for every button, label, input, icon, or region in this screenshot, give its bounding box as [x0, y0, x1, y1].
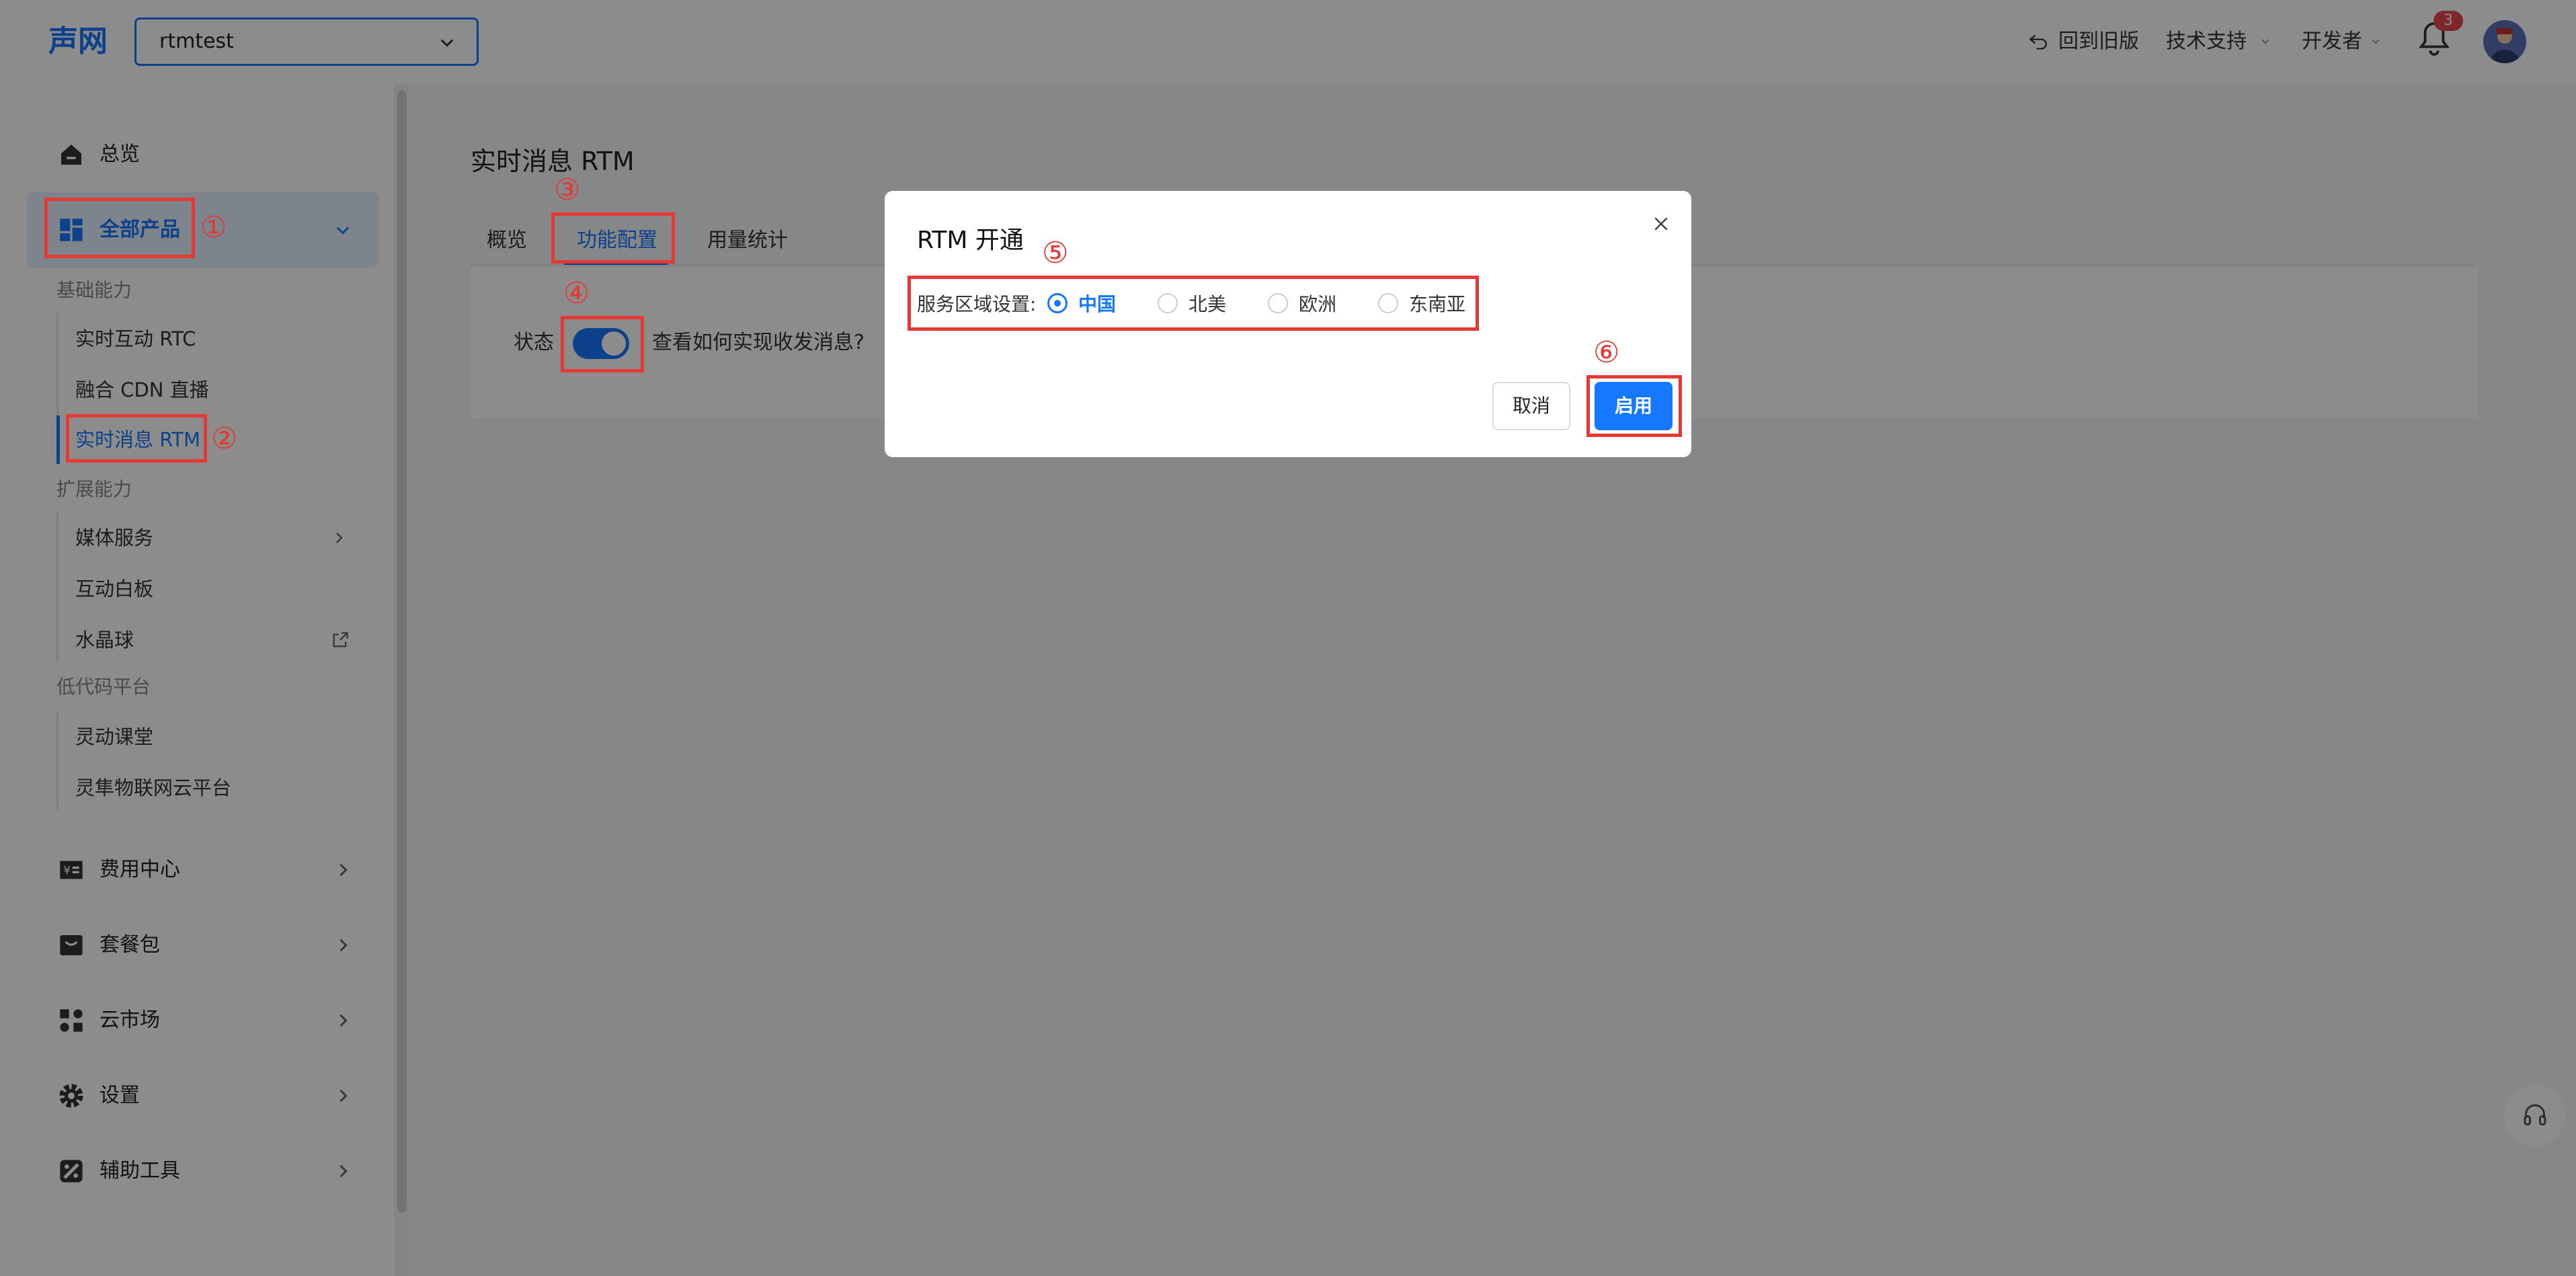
cancel-button[interactable]: 取消	[1492, 382, 1570, 430]
annotation-number-1: ①	[200, 210, 227, 245]
annotation-box-3	[551, 212, 675, 264]
annotation-box-5	[908, 276, 1479, 331]
annotation-number-5: ⑤	[1042, 236, 1069, 270]
annotation-number-3: ③	[554, 173, 581, 207]
annotation-number-4: ④	[563, 276, 590, 311]
annotation-box-2	[66, 414, 207, 463]
annotation-box-6	[1586, 375, 1682, 437]
annotation-number-2: ②	[211, 422, 238, 456]
dialog-title: RTM 开通	[917, 227, 1024, 254]
annotation-box-1	[44, 198, 195, 258]
annotation-box-4	[561, 316, 644, 372]
annotation-number-6: ⑥	[1593, 335, 1620, 370]
close-icon[interactable]	[1651, 214, 1671, 234]
